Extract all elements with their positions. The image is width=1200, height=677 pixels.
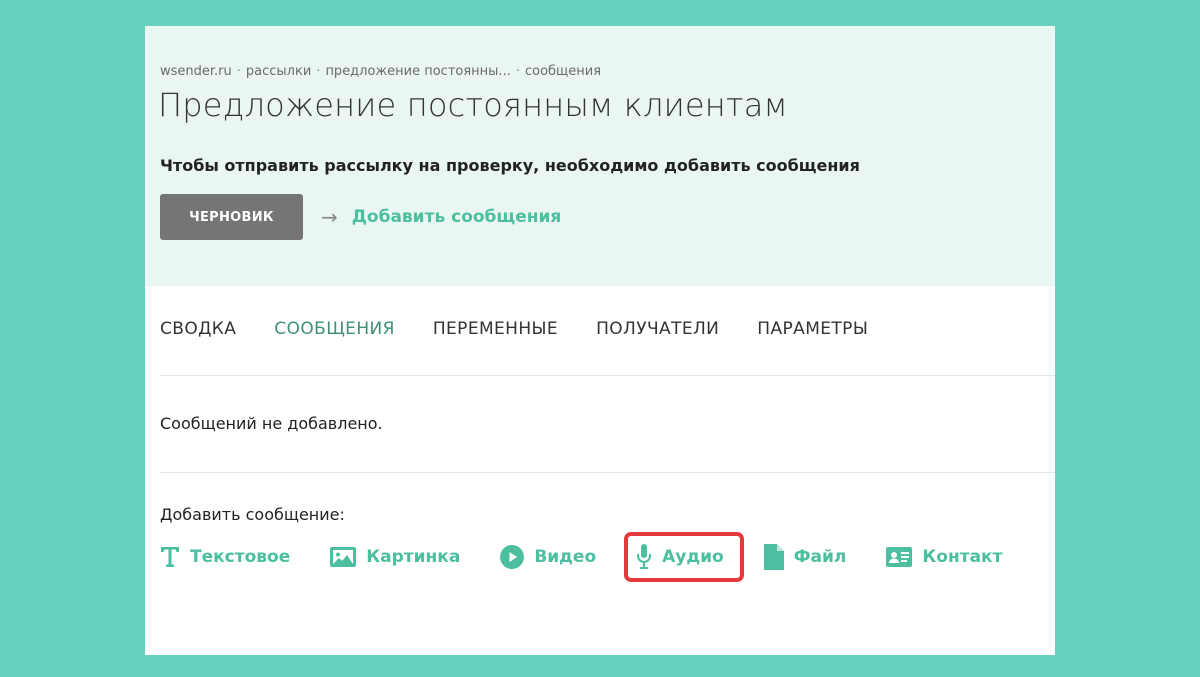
text-message-label: Текстовое <box>190 547 291 567</box>
audio-message-label: Аудио <box>662 547 724 567</box>
breadcrumb-item-messages: сообщения <box>524 64 602 79</box>
add-audio-message-button[interactable]: Аудио <box>624 532 744 582</box>
breadcrumb-item-campaign[interactable]: предложение постоянны... <box>325 64 510 79</box>
campaign-card: wsender.ru · рассылки · предложение постоянн… <box>145 26 1055 655</box>
video-message-label: Видео <box>534 547 597 567</box>
file-message-label: Файл <box>793 547 847 567</box>
microphone-icon <box>636 544 652 570</box>
add-text-message-button[interactable]: Текстовое <box>160 546 290 568</box>
divider <box>160 375 1055 376</box>
breadcrumb-separator: · <box>515 64 520 79</box>
draft-status-badge: ЧЕРНОВИК <box>160 194 303 240</box>
image-icon <box>330 547 357 567</box>
contact-card-icon <box>886 547 913 567</box>
arrow-right-icon: → <box>321 205 338 229</box>
breadcrumb-separator: · <box>236 64 241 79</box>
breadcrumb-separator: · <box>316 64 321 79</box>
add-video-message-button[interactable]: Видео <box>500 545 596 569</box>
campaign-header: wsender.ru · рассылки · предложение постоянн… <box>145 26 1055 286</box>
play-circle-icon <box>500 545 525 569</box>
contact-message-label: Контакт <box>922 547 1003 567</box>
divider <box>160 472 1055 473</box>
add-messages-link[interactable]: Добавить сообщения <box>352 207 562 227</box>
notice-text: Чтобы отправить рассылку на проверку, не… <box>160 156 860 175</box>
page-title: Предложение постоянным клиентам <box>158 86 788 124</box>
tab-messages[interactable]: СООБЩЕНИЯ <box>274 319 395 349</box>
add-file-message-button[interactable]: Файл <box>763 544 847 570</box>
tab-bar: СВОДКА СООБЩЕНИЯ ПЕРЕМЕННЫЕ ПОЛУЧАТЕЛИ П… <box>160 319 906 349</box>
tab-parameters[interactable]: ПАРАМЕТРЫ <box>757 319 868 349</box>
tab-summary[interactable]: СВОДКА <box>160 319 236 349</box>
breadcrumb-item-site[interactable]: wsender.ru <box>160 64 232 79</box>
message-type-list: Текстовое Картинка Видео Аудио Файл Конт… <box>160 532 1042 582</box>
empty-messages-text: Сообщений не добавлено. <box>160 414 383 433</box>
add-message-label: Добавить сообщение: <box>160 505 345 524</box>
add-contact-message-button[interactable]: Контакт <box>886 547 1002 567</box>
breadcrumb-item-mailings[interactable]: рассылки <box>246 64 311 79</box>
tab-variables[interactable]: ПЕРЕМЕННЫЕ <box>433 319 558 349</box>
tab-recipients[interactable]: ПОЛУЧАТЕЛИ <box>596 319 719 349</box>
breadcrumb: wsender.ru · рассылки · предложение постоянн… <box>160 64 601 79</box>
image-message-label: Картинка <box>366 547 461 567</box>
status-row: ЧЕРНОВИК → Добавить сообщения <box>160 194 561 240</box>
file-icon <box>763 544 784 570</box>
add-image-message-button[interactable]: Картинка <box>330 547 460 567</box>
text-t-icon <box>160 546 180 568</box>
